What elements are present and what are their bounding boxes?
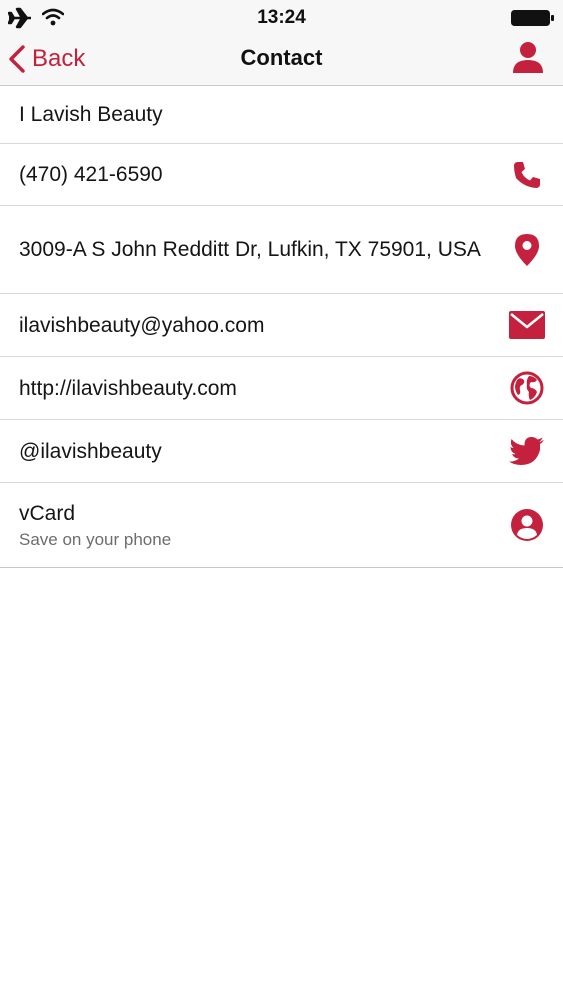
- twitter-bird-icon: [509, 433, 545, 469]
- vcard-subtitle: Save on your phone: [19, 529, 172, 549]
- person-icon[interactable]: [511, 40, 545, 74]
- phone-icon: [509, 157, 545, 193]
- navigation-bar: Back Contact: [0, 36, 563, 86]
- email-row[interactable]: ilavishbeauty@yahoo.com: [0, 294, 563, 357]
- status-bar: 13:24: [0, 0, 563, 36]
- address-row[interactable]: 3009-A S John Redditt Dr, Lufkin, TX 759…: [0, 206, 563, 294]
- phone-row[interactable]: (470) 421-6590: [0, 144, 563, 206]
- website-row[interactable]: http://ilavishbeauty.com: [0, 357, 563, 420]
- globe-icon: [509, 370, 545, 406]
- page-title: Contact: [240, 45, 323, 70]
- contact-name: I Lavish Beauty: [19, 103, 163, 126]
- email-address: ilavishbeauty@yahoo.com: [19, 313, 265, 337]
- envelope-icon: [509, 307, 545, 343]
- status-time: 13:24: [257, 7, 306, 28]
- location-pin-icon: [509, 232, 545, 268]
- battery-icon: [511, 10, 554, 26]
- twitter-row[interactable]: @ilavishbeauty: [0, 420, 563, 483]
- contact-name-row: I Lavish Beauty: [0, 86, 563, 144]
- website-url: http://ilavishbeauty.com: [19, 376, 237, 400]
- phone-number: (470) 421-6590: [19, 163, 163, 186]
- address-text: 3009-A S John Redditt Dr, Lufkin, TX 759…: [19, 238, 481, 261]
- vcard-title: vCard: [19, 501, 76, 525]
- twitter-handle: @ilavishbeauty: [19, 439, 162, 463]
- contact-list: I Lavish Beauty (470) 421-6590 3009-A S …: [0, 86, 563, 568]
- vcard-row[interactable]: vCard Save on your phone: [0, 483, 563, 568]
- user-circle-icon: [509, 507, 545, 543]
